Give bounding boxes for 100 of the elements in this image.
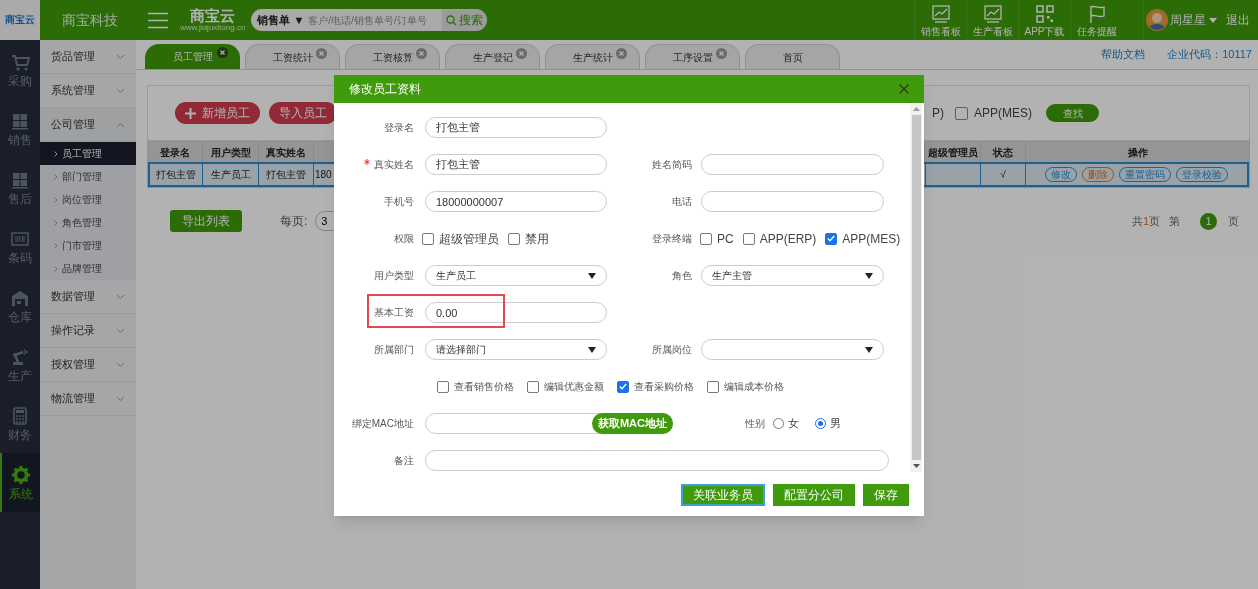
- search-scope-dropdown[interactable]: 销售单 ▼: [251, 9, 309, 31]
- checkbox[interactable]: [742, 232, 755, 245]
- close-icon[interactable]: [899, 84, 909, 94]
- caret-icon[interactable]: [1209, 17, 1217, 23]
- search-field[interactable]: 客户/电话/销售单号/订单号: [308, 9, 443, 31]
- rail-item[interactable]: 销售: [0, 99, 40, 158]
- sidebar-subitem[interactable]: 品牌管理: [40, 257, 136, 280]
- brand-url: www.jiajuxitong.cn: [180, 24, 246, 32]
- page-prefix: 第: [1169, 213, 1180, 229]
- chevron-down-icon: [116, 395, 125, 402]
- chevron-right-icon: [54, 150, 58, 157]
- checkbox[interactable]: [422, 232, 434, 245]
- radio-button[interactable]: [815, 418, 826, 429]
- chevron-up-icon: [116, 121, 125, 128]
- tab[interactable]: 工序设置: [645, 44, 740, 69]
- sidebar-subitem[interactable]: 岗位管理: [40, 188, 136, 211]
- sidebar-item[interactable]: 公司管理: [40, 108, 136, 142]
- checkbox[interactable]: [437, 380, 449, 393]
- scroll-up-icon[interactable]: [912, 107, 920, 111]
- check-icon: [827, 235, 836, 242]
- save-button[interactable]: 保存: [863, 484, 909, 506]
- import-button[interactable]: 导入员工: [269, 102, 337, 124]
- text-field[interactable]: [701, 191, 884, 212]
- checkbox[interactable]: [527, 380, 539, 393]
- remark-field[interactable]: [425, 450, 889, 471]
- chevron-right-icon: [54, 242, 58, 249]
- option-label: APP(MES): [974, 105, 1032, 122]
- scrollbar[interactable]: [910, 103, 922, 472]
- sidebar-subitem[interactable]: 部门管理: [40, 165, 136, 188]
- tab[interactable]: 首页: [745, 44, 840, 69]
- add-employee-button[interactable]: 新增员工: [175, 102, 260, 124]
- caret-icon: [865, 272, 873, 279]
- field-label: 姓名简码: [652, 158, 692, 172]
- chevron-down-icon: [116, 293, 125, 300]
- find-button[interactable]: 查找: [1046, 104, 1099, 122]
- tab[interactable]: 工资核算: [345, 44, 440, 69]
- table-cell: 打包主管: [150, 164, 203, 185]
- user-name[interactable]: 周星星: [1170, 11, 1206, 29]
- tab[interactable]: 生产登记: [445, 44, 540, 69]
- company-code: 企业代码：10117: [1167, 47, 1252, 63]
- sidebar-subitem[interactable]: 员工管理: [40, 142, 136, 165]
- plus-icon: [185, 107, 196, 119]
- sidebar-subitem[interactable]: 角色管理: [40, 211, 136, 234]
- search-icon: [446, 14, 458, 26]
- checkbox-label: 查看采购价格: [634, 380, 694, 394]
- text-field[interactable]: 打包主管: [425, 154, 607, 175]
- checkbox-label: 超级管理员: [439, 230, 499, 248]
- text-field[interactable]: 18000000007: [425, 191, 607, 212]
- checkbox[interactable]: [825, 232, 838, 245]
- tab[interactable]: 员工管理: [145, 44, 240, 69]
- rail-item[interactable]: 系统: [0, 453, 40, 512]
- help-link[interactable]: 帮助文档: [1101, 46, 1146, 63]
- chevron-down-icon: [116, 87, 125, 94]
- checkbox-label: APP(ERP): [759, 230, 817, 248]
- chevron-right-icon: [54, 196, 58, 203]
- required-icon: [364, 158, 370, 165]
- boxes-icon: [10, 170, 30, 190]
- chevron-right-icon: [54, 265, 58, 272]
- text-field[interactable]: 0.00: [425, 302, 607, 323]
- export-button[interactable]: 导出列表: [170, 210, 242, 232]
- field-label: 手机号: [384, 195, 414, 209]
- search-button[interactable]: 搜索: [442, 9, 488, 31]
- tab[interactable]: 工资统计: [245, 44, 340, 69]
- chevron-right-icon: [54, 219, 58, 226]
- page-button[interactable]: 1: [1200, 212, 1217, 230]
- check-icon: [619, 383, 627, 390]
- checkbox[interactable]: [617, 380, 629, 393]
- get-mac-button[interactable]: 获取MAC地址: [591, 413, 673, 434]
- chevron-down-icon: [116, 361, 125, 368]
- table-cell: 生产员工: [203, 164, 259, 185]
- caret-icon: [588, 272, 596, 279]
- radio-button[interactable]: [773, 418, 784, 429]
- tab[interactable]: 生产统计: [545, 44, 640, 69]
- rail-item[interactable]: 条码: [0, 217, 40, 276]
- checkbox[interactable]: [707, 380, 719, 393]
- checkbox[interactable]: [700, 232, 712, 245]
- rail-item[interactable]: 财务: [0, 394, 40, 453]
- close-icon[interactable]: [217, 47, 228, 58]
- cart-icon: [10, 52, 30, 72]
- menu-icon[interactable]: [148, 11, 168, 29]
- field-label: 权限: [394, 232, 414, 246]
- text-field[interactable]: 打包主管: [425, 117, 607, 138]
- rail-item[interactable]: 仓库: [0, 276, 40, 335]
- barcode-icon: [10, 229, 30, 249]
- rail-item[interactable]: 生产: [0, 335, 40, 394]
- page-suffix: 页: [1228, 213, 1239, 229]
- checkbox-label: 编辑优惠金额: [544, 380, 604, 394]
- table-cell: √: [981, 164, 1026, 185]
- text-field[interactable]: [701, 154, 884, 175]
- field-label: 基本工资: [374, 306, 414, 320]
- rail-item[interactable]: 采购: [0, 40, 40, 99]
- checkbox[interactable]: [955, 106, 968, 120]
- field-label: 备注: [394, 454, 414, 468]
- assign-branch-button[interactable]: 配置分公司: [773, 484, 855, 506]
- avatar-icon: [1146, 9, 1168, 31]
- checkbox[interactable]: [508, 232, 520, 245]
- sidebar-subitem[interactable]: 门市管理: [40, 234, 136, 257]
- link-salesman-button[interactable]: 关联业务员: [681, 484, 765, 506]
- scroll-down-icon[interactable]: [912, 464, 920, 468]
- logout-link[interactable]: 退出: [1226, 11, 1250, 29]
